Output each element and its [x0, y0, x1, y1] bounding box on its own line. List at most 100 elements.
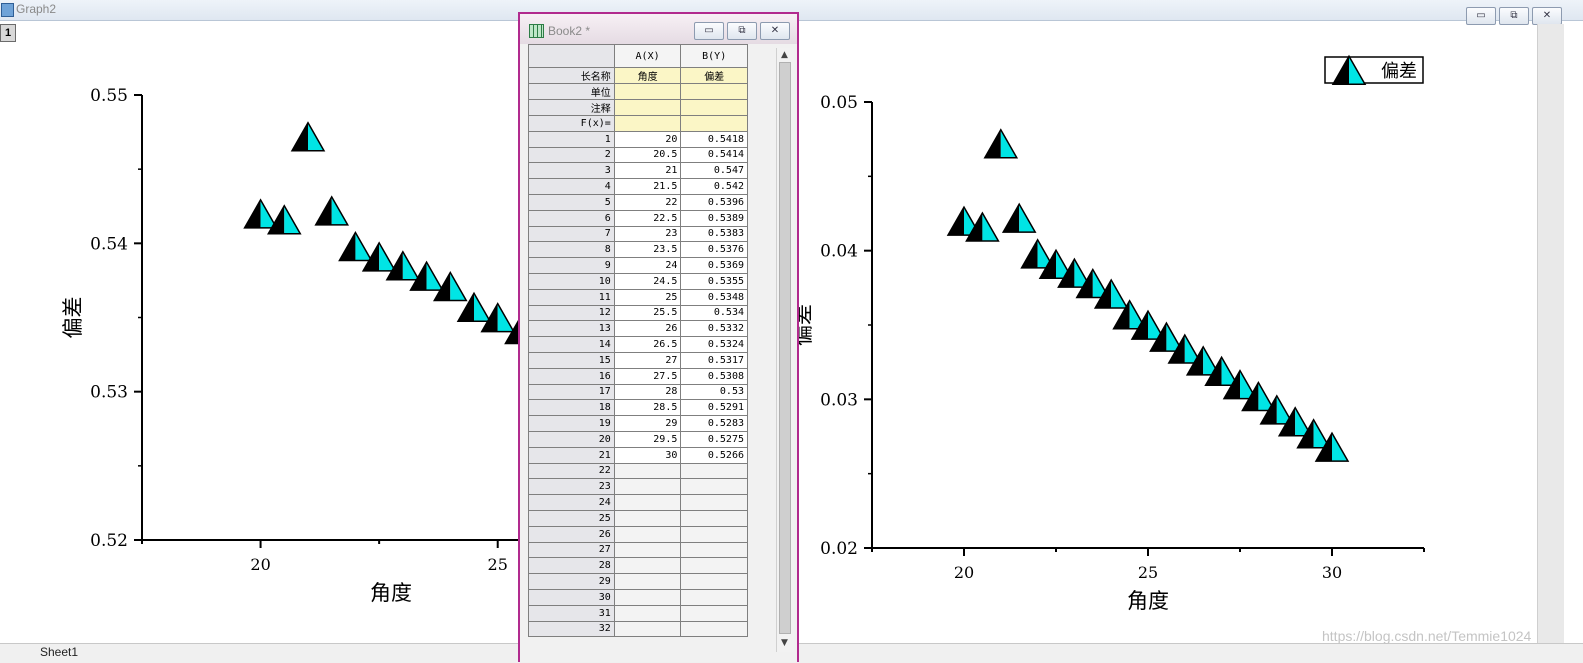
- cell-b[interactable]: [680, 588, 748, 606]
- cell-a[interactable]: 23.5: [613, 241, 682, 259]
- cell-b[interactable]: [680, 541, 748, 559]
- cell-a[interactable]: 23: [613, 225, 682, 243]
- row-number[interactable]: 9: [528, 257, 615, 274]
- scrollbar-thumb[interactable]: [779, 62, 791, 634]
- row-number[interactable]: 3: [528, 162, 615, 180]
- cell-a[interactable]: [613, 573, 682, 590]
- cell-a[interactable]: [613, 478, 682, 496]
- cell-a[interactable]: 25.5: [613, 304, 682, 322]
- cell-b[interactable]: [680, 573, 748, 590]
- worksheet-grid[interactable]: A(X) B(Y) 长名称 角度 偏差 单位 注释 F(x)= 1 20 0.5418 2 20.5 0.…: [528, 44, 748, 638]
- row-number[interactable]: 6: [528, 209, 615, 227]
- cell-a[interactable]: 29.5: [613, 430, 682, 448]
- cell-b[interactable]: 0.5376: [680, 241, 748, 259]
- cell-a[interactable]: 29: [613, 415, 682, 432]
- row-number[interactable]: 19: [528, 415, 615, 432]
- meta-cell-a[interactable]: [613, 83, 682, 100]
- cell-a[interactable]: 21: [613, 162, 682, 180]
- cell-a[interactable]: 22: [613, 193, 682, 211]
- cell-a[interactable]: 27.5: [613, 367, 682, 385]
- row-number[interactable]: 11: [528, 288, 615, 306]
- cell-b[interactable]: 0.5283: [680, 415, 748, 432]
- cell-a[interactable]: 26: [613, 320, 682, 338]
- row-number[interactable]: 21: [528, 446, 615, 464]
- row-number[interactable]: 20: [528, 430, 615, 448]
- row-number[interactable]: 29: [528, 573, 615, 590]
- corner-cell[interactable]: [528, 44, 615, 68]
- cell-a[interactable]: 25: [613, 288, 682, 306]
- graph-vertical-scrollbar[interactable]: [1537, 24, 1564, 652]
- row-number[interactable]: 24: [528, 494, 615, 511]
- row-number[interactable]: 18: [528, 399, 615, 417]
- cell-b[interactable]: 0.5418: [680, 130, 748, 148]
- cell-a[interactable]: [613, 541, 682, 559]
- row-number[interactable]: 30: [528, 588, 615, 606]
- row-number[interactable]: 16: [528, 367, 615, 385]
- row-number[interactable]: 5: [528, 193, 615, 211]
- cell-b[interactable]: [680, 557, 748, 575]
- cell-b[interactable]: 0.5383: [680, 225, 748, 243]
- cell-b[interactable]: 0.5396: [680, 193, 748, 211]
- book-minimize-button[interactable]: ▭: [694, 22, 724, 40]
- row-number[interactable]: 27: [528, 541, 615, 559]
- cell-b[interactable]: [680, 620, 748, 638]
- row-number[interactable]: 28: [528, 557, 615, 575]
- row-number[interactable]: 12: [528, 304, 615, 322]
- cell-a[interactable]: 24: [613, 257, 682, 274]
- meta-cell-b[interactable]: 偏差: [680, 67, 748, 84]
- cell-b[interactable]: 0.534: [680, 304, 748, 322]
- scroll-down-arrow-icon[interactable]: ▼: [781, 638, 788, 648]
- cell-b[interactable]: 0.5355: [680, 272, 748, 290]
- sheet-tab[interactable]: Sheet1: [40, 645, 78, 659]
- cell-a[interactable]: [613, 588, 682, 606]
- row-number[interactable]: 17: [528, 383, 615, 401]
- meta-cell-a[interactable]: [613, 99, 682, 116]
- row-number[interactable]: 32: [528, 620, 615, 638]
- right-scatter-chart[interactable]: 0.020.030.040.0520 25 30角度偏差偏差: [799, 0, 1537, 640]
- row-number[interactable]: 1: [528, 130, 615, 148]
- meta-cell-a[interactable]: 角度: [613, 67, 682, 84]
- cell-a[interactable]: [613, 604, 682, 622]
- cell-a[interactable]: 30: [613, 446, 682, 464]
- cell-a[interactable]: 26.5: [613, 336, 682, 353]
- meta-cell-b[interactable]: [680, 83, 748, 100]
- row-number[interactable]: 31: [528, 604, 615, 622]
- scroll-up-arrow-icon[interactable]: ▲: [781, 50, 788, 60]
- meta-cell-b[interactable]: [680, 115, 748, 132]
- cell-b[interactable]: [680, 462, 748, 480]
- book-close-button[interactable]: ✕: [760, 22, 790, 40]
- row-number[interactable]: 23: [528, 478, 615, 496]
- cell-b[interactable]: 0.547: [680, 162, 748, 180]
- cell-b[interactable]: 0.5291: [680, 399, 748, 417]
- book-window[interactable]: Book2 * ▭ ⧉ ✕ A(X) B(Y) 长名称 角度 偏差 单位 注释 F(x)= 1 2…: [518, 12, 799, 662]
- cell-b[interactable]: 0.5275: [680, 430, 748, 448]
- meta-cell-b[interactable]: [680, 99, 748, 116]
- row-number[interactable]: 26: [528, 525, 615, 543]
- cell-b[interactable]: 0.5348: [680, 288, 748, 306]
- cell-b[interactable]: [680, 604, 748, 622]
- column-header-a[interactable]: A(X): [613, 44, 682, 68]
- row-number[interactable]: 22: [528, 462, 615, 480]
- worksheet-vertical-scrollbar[interactable]: ▲ ▼: [776, 48, 794, 652]
- left-scatter-chart[interactable]: 0.52 0.53 0.54 0.55 20 25 角度 偏差: [0, 0, 530, 640]
- cell-a[interactable]: [613, 494, 682, 511]
- cell-a[interactable]: 27: [613, 351, 682, 369]
- cell-a[interactable]: [613, 509, 682, 527]
- row-number[interactable]: 4: [528, 178, 615, 195]
- row-number[interactable]: 10: [528, 272, 615, 290]
- cell-a[interactable]: 24.5: [613, 272, 682, 290]
- cell-b[interactable]: [680, 494, 748, 511]
- cell-b[interactable]: 0.53: [680, 383, 748, 401]
- cell-b[interactable]: [680, 478, 748, 496]
- cell-b[interactable]: 0.5324: [680, 336, 748, 353]
- meta-cell-a[interactable]: [613, 115, 682, 132]
- row-number[interactable]: 8: [528, 241, 615, 259]
- cell-b[interactable]: 0.5389: [680, 209, 748, 227]
- cell-b[interactable]: 0.5414: [680, 146, 748, 164]
- cell-b[interactable]: 0.542: [680, 178, 748, 195]
- cell-a[interactable]: 22.5: [613, 209, 682, 227]
- cell-b[interactable]: [680, 525, 748, 543]
- cell-a[interactable]: 20: [613, 130, 682, 148]
- cell-a[interactable]: [613, 525, 682, 543]
- cell-a[interactable]: [613, 462, 682, 480]
